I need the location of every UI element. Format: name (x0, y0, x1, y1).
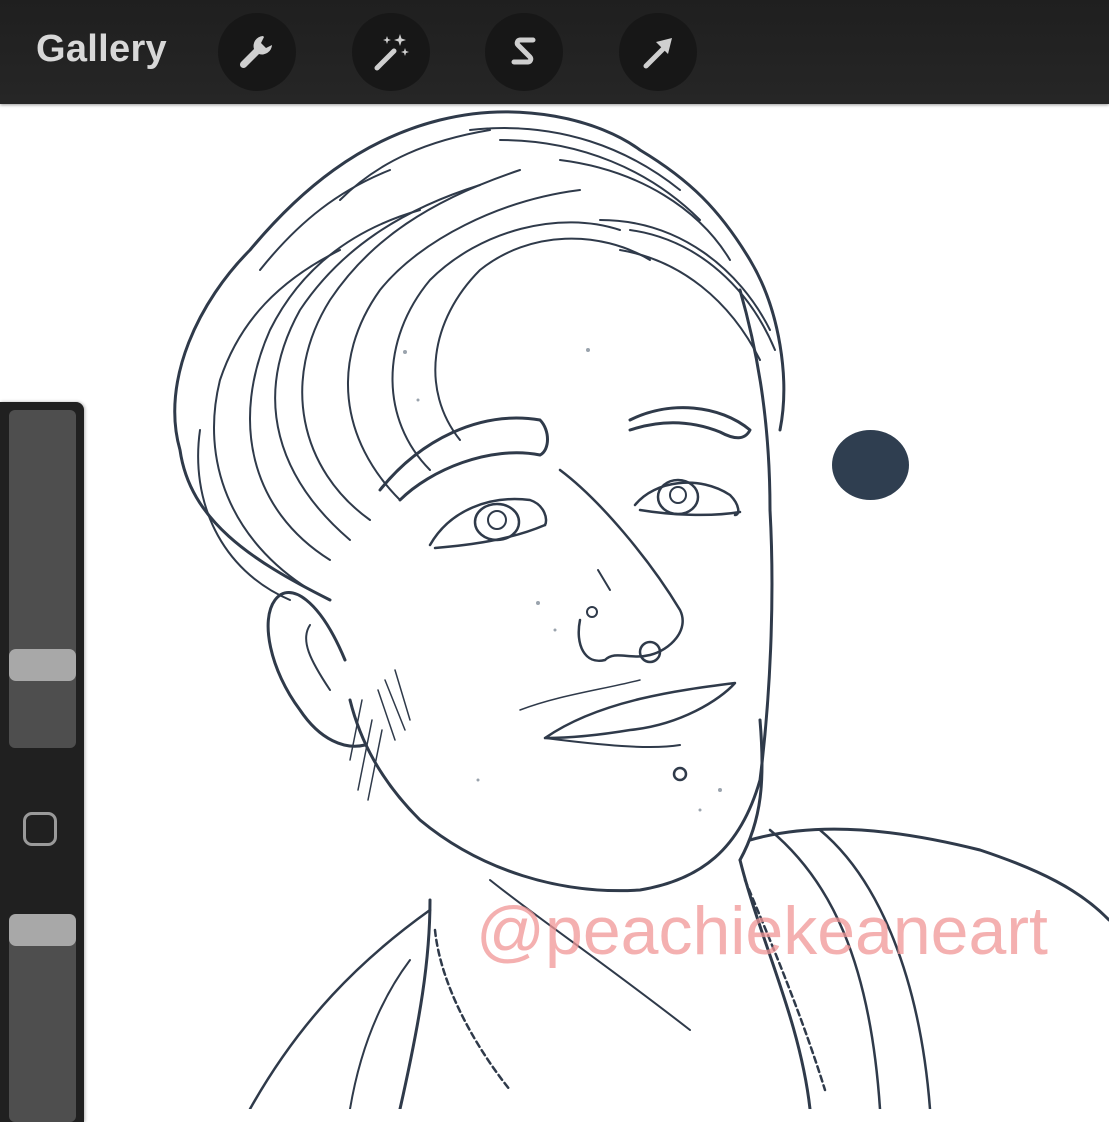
gallery-button[interactable]: Gallery (36, 28, 167, 71)
top-toolbar: Gallery (0, 0, 1109, 104)
brush-size-slider[interactable] (9, 410, 76, 748)
magic-wand-icon (374, 34, 409, 71)
brush-sidebar (0, 402, 84, 1122)
brush-size-handle[interactable] (9, 649, 76, 681)
adjustments-button[interactable] (352, 13, 430, 91)
actions-button[interactable] (218, 13, 296, 91)
brush-opacity-handle[interactable] (9, 914, 76, 946)
selection-s-icon (511, 37, 536, 65)
arrow-cursor-icon (643, 38, 672, 69)
selection-button[interactable] (485, 13, 563, 91)
transform-button[interactable] (619, 13, 697, 91)
wrench-icon (239, 36, 272, 69)
brush-opacity-slider[interactable] (9, 914, 76, 1122)
current-color-swatch (832, 430, 909, 500)
modify-button[interactable] (23, 812, 57, 846)
watermark-text: @peachiekeaneart (476, 893, 1048, 969)
